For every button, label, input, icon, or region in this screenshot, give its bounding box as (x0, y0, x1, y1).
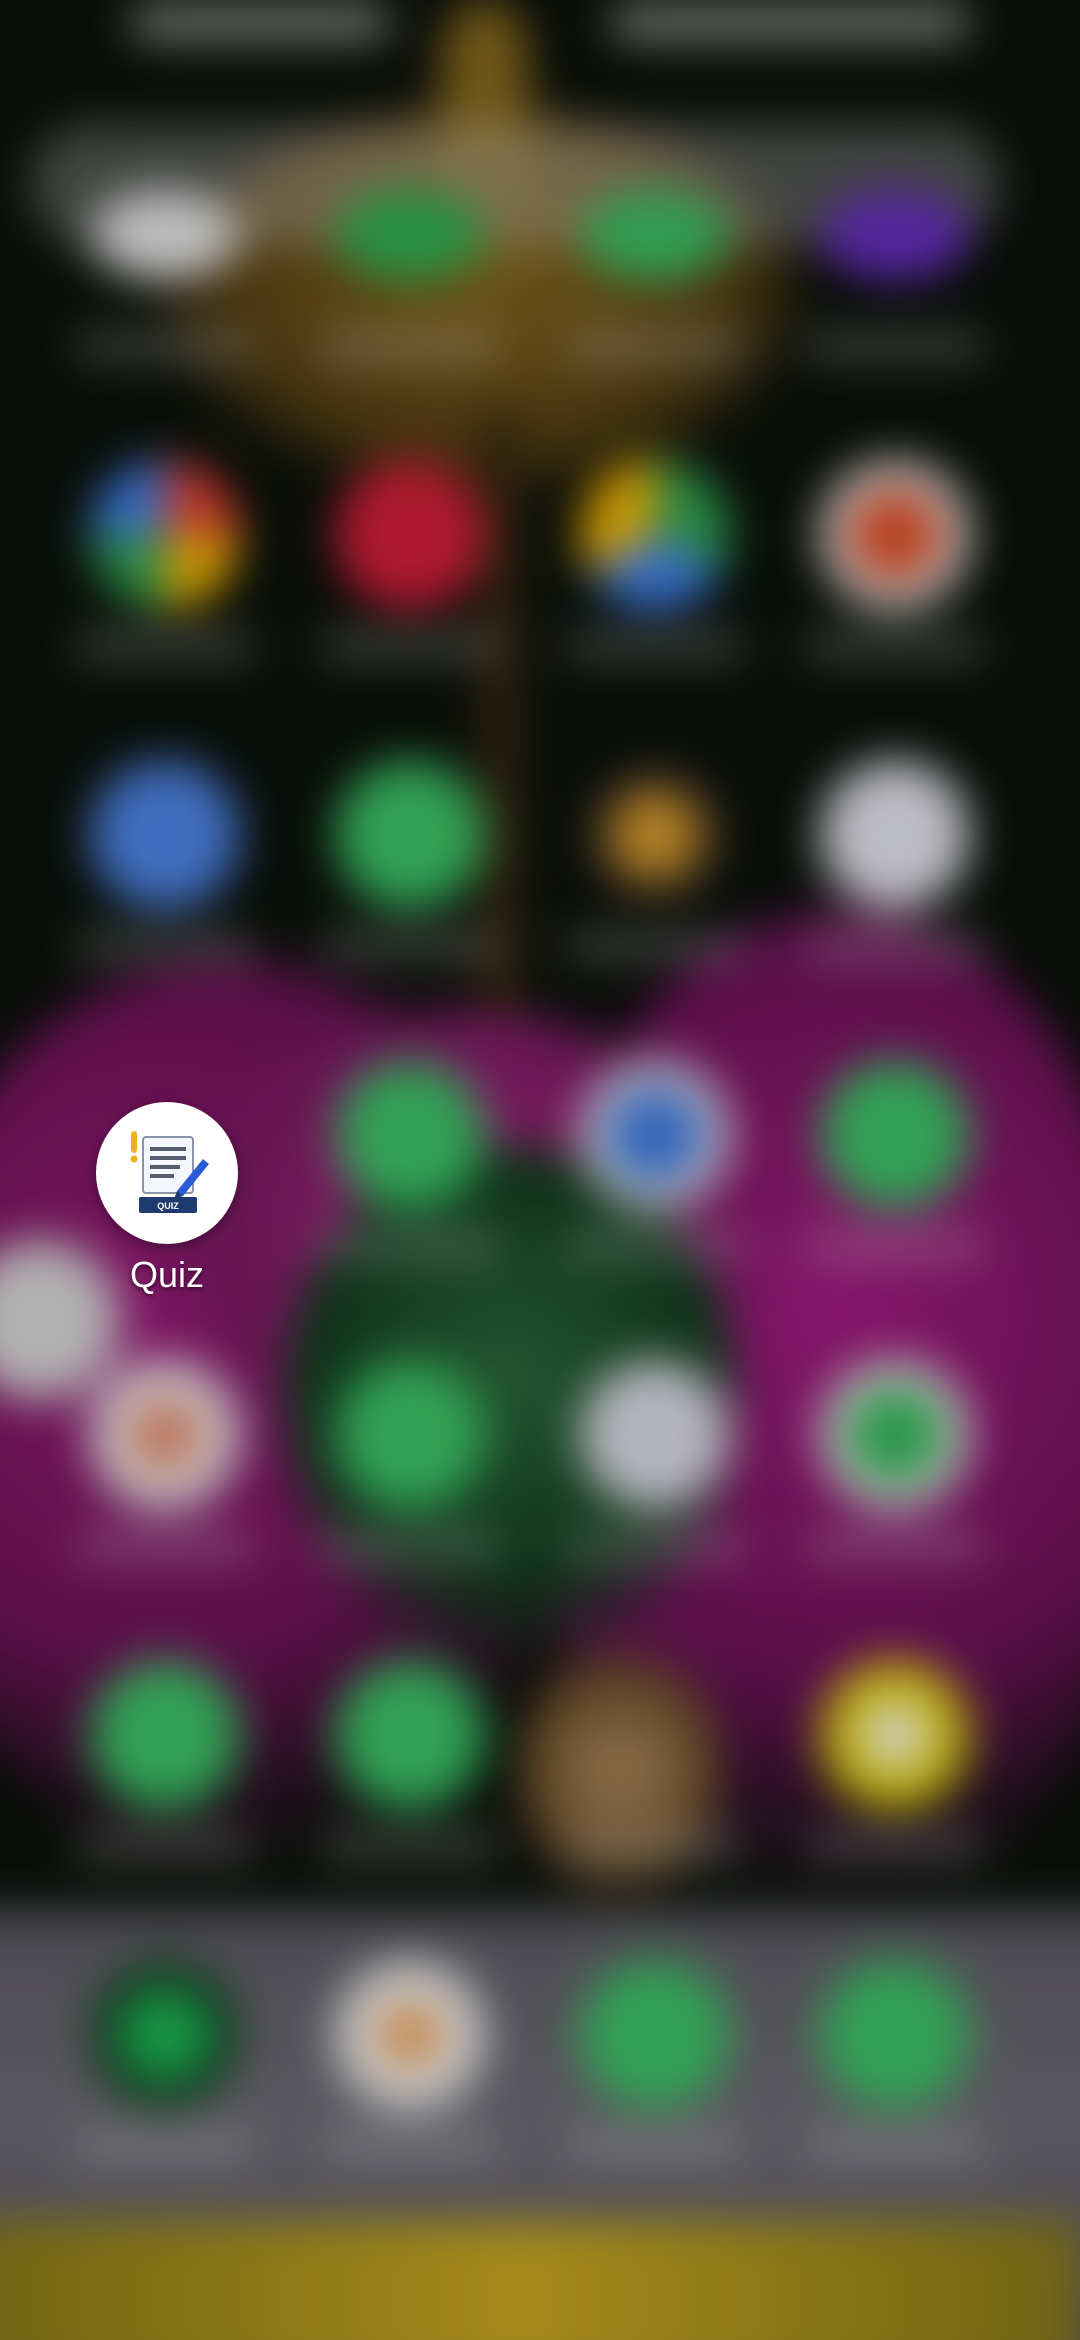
exclamation-dot (130, 1155, 138, 1163)
document-line (150, 1174, 174, 1178)
quiz-badge-text: QUIZ (157, 1201, 179, 1211)
document-line (150, 1165, 180, 1169)
document-line (150, 1156, 186, 1160)
document-line (150, 1147, 186, 1151)
quiz-app-icon[interactable]: QUIZ (96, 1102, 238, 1244)
exclamation-mark (131, 1131, 137, 1153)
quiz-app-shortcut[interactable]: QUIZ Quiz (92, 1102, 242, 1296)
quiz-app-label: Quiz (129, 1254, 205, 1295)
home-screen: QUIZ Quiz (0, 0, 1080, 2340)
quiz-document-icon: QUIZ (130, 1131, 209, 1213)
